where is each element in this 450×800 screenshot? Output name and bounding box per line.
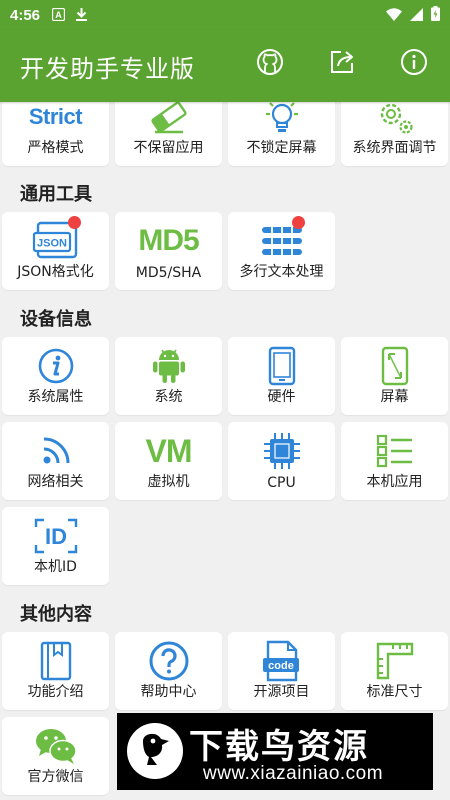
tile-label: 多行文本处理 — [239, 264, 324, 280]
tile-label: 本机应用 — [366, 474, 423, 490]
bulb-icon — [228, 102, 335, 136]
github-icon — [256, 48, 284, 80]
tile-system-ui-tuner[interactable]: 系统界面调节 — [341, 102, 448, 166]
strict-icon: Strict — [28, 104, 83, 129]
info-circle-icon — [2, 347, 109, 385]
tile-system-properties[interactable]: 系统属性 — [2, 337, 109, 415]
android-icon — [115, 347, 222, 385]
tile-open-source[interactable]: code 开源项目 — [228, 632, 335, 710]
share-icon — [329, 49, 355, 79]
tile-screen[interactable]: 屏幕 — [341, 337, 448, 415]
tile-system[interactable]: 系统 — [115, 337, 222, 415]
section-title-general-tools: 通用工具 — [20, 184, 92, 205]
watermark-title: 下载鸟资源 — [189, 727, 369, 767]
tile-label: 不保留应用 — [133, 140, 204, 156]
tile-label: 功能介绍 — [27, 684, 84, 700]
tile-standard-size[interactable]: 标准尺寸 — [341, 632, 448, 710]
tile-label: 系统 — [154, 389, 183, 405]
tile-label: JSON格式化 — [17, 264, 94, 280]
eraser-icon — [115, 102, 222, 136]
section-title-other: 其他内容 — [20, 604, 92, 625]
tile-wechat[interactable]: 官方微信 — [2, 717, 109, 795]
app-bar: 开发助手专业版 — [0, 30, 450, 102]
tile-label: 帮助中心 — [140, 684, 197, 700]
tile-cpu[interactable]: CPU — [228, 422, 335, 500]
multiline-text-icon — [228, 222, 335, 260]
tile-label: 官方微信 — [27, 769, 84, 785]
tile-label: 标准尺寸 — [366, 684, 423, 700]
tile-md5-sha[interactable]: MD5 MD5/SHA — [115, 212, 222, 290]
new-badge — [68, 216, 81, 229]
wechat-icon — [2, 727, 109, 765]
tile-network[interactable]: 网络相关 — [2, 422, 109, 500]
section-title-device-info: 设备信息 — [20, 309, 92, 330]
tile-virtual-machine[interactable]: VM 虚拟机 — [115, 422, 222, 500]
tile-json-format[interactable]: JSON JSON格式化 — [2, 212, 109, 290]
svg-text:ID: ID — [45, 524, 67, 549]
code-file-icon: code — [228, 640, 335, 682]
wifi-icon — [386, 6, 402, 25]
tile-multiline-text[interactable]: 多行文本处理 — [228, 212, 335, 290]
signal-icon — [410, 6, 423, 25]
tile-stay-awake[interactable]: 不锁定屏幕 — [228, 102, 335, 166]
tile-installed-apps[interactable]: 本机应用 — [341, 422, 448, 500]
app-list-icon — [341, 432, 448, 470]
tile-hardware[interactable]: 硬件 — [228, 337, 335, 415]
download-icon — [75, 6, 88, 25]
font-icon: A — [51, 6, 66, 25]
tile-label: 虚拟机 — [147, 474, 190, 490]
tile-label: 系统界面调节 — [352, 140, 437, 156]
id-icon: ID — [2, 517, 109, 555]
tile-label: 系统属性 — [27, 389, 84, 405]
tile-label: 开源项目 — [253, 684, 310, 700]
status-bar: 4:56 A — [0, 0, 450, 30]
vm-icon: VM — [145, 432, 193, 469]
tile-label: 屏幕 — [380, 389, 409, 405]
bird-logo-icon — [123, 719, 187, 783]
tile-strict-mode[interactable]: Strict 严格模式 — [2, 102, 109, 166]
chip-icon — [228, 432, 335, 470]
tile-label: 网络相关 — [27, 474, 84, 490]
json-icon: JSON — [2, 221, 109, 260]
wifi-signal-icon — [2, 432, 109, 470]
tile-label: 本机ID — [34, 559, 77, 575]
gears-icon — [341, 102, 448, 136]
share-button[interactable] — [328, 50, 356, 78]
svg-text:A: A — [55, 10, 62, 20]
watermark-url: www.xiazainiao.com — [203, 763, 384, 784]
tile-device-id[interactable]: ID 本机ID — [2, 507, 109, 585]
tile-dont-keep-activities[interactable]: 不保留应用 — [115, 102, 222, 166]
tile-label: CPU — [267, 475, 296, 491]
help-icon — [115, 641, 222, 681]
info-button[interactable] — [400, 48, 428, 80]
book-icon — [2, 641, 109, 681]
status-time: 4:56 — [10, 6, 41, 24]
tile-label: 硬件 — [267, 389, 296, 405]
tile-label: MD5/SHA — [135, 265, 202, 281]
ruler-icon — [341, 642, 448, 680]
github-button[interactable] — [256, 48, 284, 80]
new-badge — [292, 216, 305, 229]
phone-icon — [228, 346, 335, 386]
tile-help-center[interactable]: 帮助中心 — [115, 632, 222, 710]
md5-icon: MD5 — [138, 224, 199, 257]
main-content[interactable]: Strict 严格模式 不保留应用 不锁定屏幕 系统界面调节 通用工具 JSON… — [0, 102, 450, 800]
screen-icon — [341, 346, 448, 386]
info-icon — [400, 48, 428, 80]
svg-text:JSON: JSON — [37, 238, 67, 250]
app-title: 开发助手专业版 — [20, 54, 195, 83]
battery-icon — [431, 5, 440, 25]
tile-features[interactable]: 功能介绍 — [2, 632, 109, 710]
tile-label: 不锁定屏幕 — [246, 140, 317, 156]
tile-label: 严格模式 — [27, 140, 84, 156]
watermark-banner: 下载鸟资源 www.xiazainiao.com — [117, 713, 433, 790]
svg-text:code: code — [268, 660, 294, 672]
